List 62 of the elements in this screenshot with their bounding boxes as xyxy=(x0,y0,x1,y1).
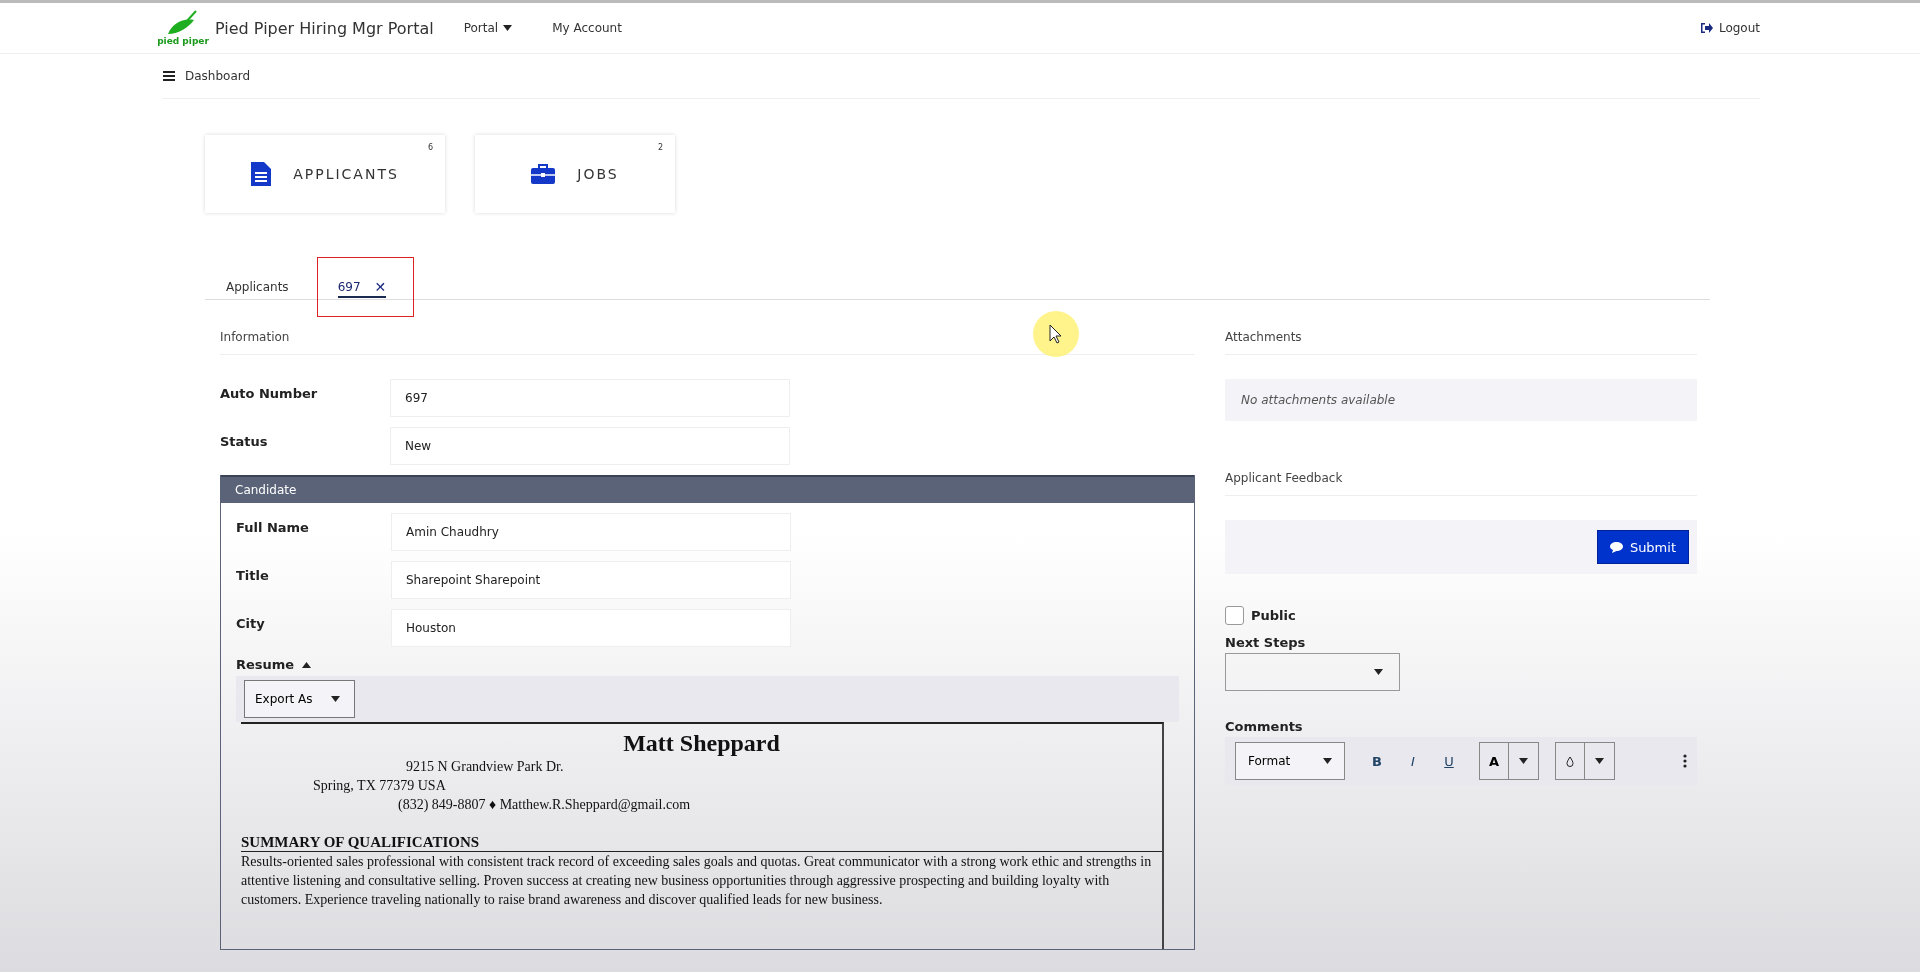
resume-name: Matt Sheppard xyxy=(622,730,781,757)
caret-icon xyxy=(1519,758,1528,764)
underline-button[interactable]: U xyxy=(1435,742,1463,780)
input-field[interactable]: Amin Chaudhry xyxy=(391,513,791,551)
panel-header: Candidate xyxy=(221,475,1194,503)
logout-icon xyxy=(1700,23,1713,33)
field-label: Next Steps xyxy=(1225,635,1307,650)
next-steps-dropdown[interactable] xyxy=(1225,653,1400,691)
speech-bubble-icon xyxy=(1609,541,1623,553)
field-label: Title xyxy=(236,567,270,583)
caret-icon xyxy=(1323,758,1332,764)
tab[interactable]: 697 ✕ xyxy=(316,257,415,317)
field-label: Full Name xyxy=(236,519,310,535)
section-heading: Applicant Feedback xyxy=(1225,471,1697,496)
close-icon[interactable]: ✕ xyxy=(374,279,387,295)
logout-link[interactable]: Logout xyxy=(1700,21,1760,35)
tile-label: APPLICANTS xyxy=(293,166,399,182)
address-line: (832) 849-8807 ♦ Matthew.R.Sheppard@gmail.com xyxy=(397,796,692,814)
document-icon xyxy=(251,162,272,186)
field-label: Comments xyxy=(1225,719,1304,734)
resume-toggle[interactable]: Resume xyxy=(236,657,1179,672)
logo-caption: pied piper xyxy=(157,36,209,46)
dashboard-tile[interactable]: APPLICANTS 6 xyxy=(205,135,445,213)
resume-section-heading: SUMMARY OF QUALIFICATIONS xyxy=(241,834,1162,852)
caret-icon xyxy=(1595,758,1604,764)
breadcrumb-text: Dashboard xyxy=(185,69,251,83)
leaf-logo-icon xyxy=(166,10,200,36)
field-label: Status xyxy=(220,433,269,449)
tile-count: 2 xyxy=(657,143,663,152)
input-field[interactable]: Houston xyxy=(391,609,791,647)
more-icon[interactable] xyxy=(1683,754,1687,768)
caret-icon xyxy=(330,696,340,702)
briefcase-icon xyxy=(531,164,556,184)
nav-link[interactable]: Portal xyxy=(463,21,513,35)
submit-button[interactable]: Submit xyxy=(1596,530,1689,564)
checkbox[interactable] xyxy=(1225,606,1244,625)
tile-label: JOBS xyxy=(577,166,619,182)
field-label: City xyxy=(236,615,266,631)
bold-button[interactable]: B xyxy=(1363,742,1391,780)
export-dropdown[interactable]: Export As xyxy=(244,680,355,718)
pointer-icon xyxy=(1049,324,1063,344)
section-heading: Attachments xyxy=(1225,330,1697,355)
menu-icon[interactable] xyxy=(163,71,175,81)
drop-icon xyxy=(1566,755,1574,767)
field-label: Auto Number xyxy=(220,385,319,401)
address-line: 9215 N Grandview Park Dr. xyxy=(405,758,565,776)
dashboard-tile[interactable]: JOBS 2 xyxy=(475,135,675,213)
summary-paragraph: Results-oriented sales professional with consistent track record of exceeding sales goals and quotas. Great communicator with a strong work ethic and strengths in attentive listening and consultative selling. Proven success at creating new business opportunities through aggressive prospecting and building loyalty with customers. Experience traveling nationally to raise brand awareness and discover qualified leads for new business. xyxy=(241,853,1153,909)
caret-icon xyxy=(302,661,312,668)
italic-button[interactable]: I xyxy=(1399,742,1427,780)
input-field[interactable]: New xyxy=(390,427,790,465)
nav-link[interactable]: My Account xyxy=(552,21,622,35)
tile-count: 6 xyxy=(427,143,433,152)
address-line: Spring, TX 77379 USA xyxy=(312,777,447,795)
format-dropdown[interactable]: Format xyxy=(1235,742,1345,780)
input-field[interactable]: Sharepoint Sharepoint xyxy=(391,561,791,599)
tab[interactable]: Applicants xyxy=(205,257,317,317)
input-field[interactable]: 697 xyxy=(390,379,790,417)
empty-message: No attachments available xyxy=(1225,379,1697,421)
portal-title: Pied Piper Hiring Mgr Portal xyxy=(215,18,434,38)
caret-icon xyxy=(1374,669,1383,675)
public-checkbox[interactable]: Public xyxy=(1225,606,1697,625)
